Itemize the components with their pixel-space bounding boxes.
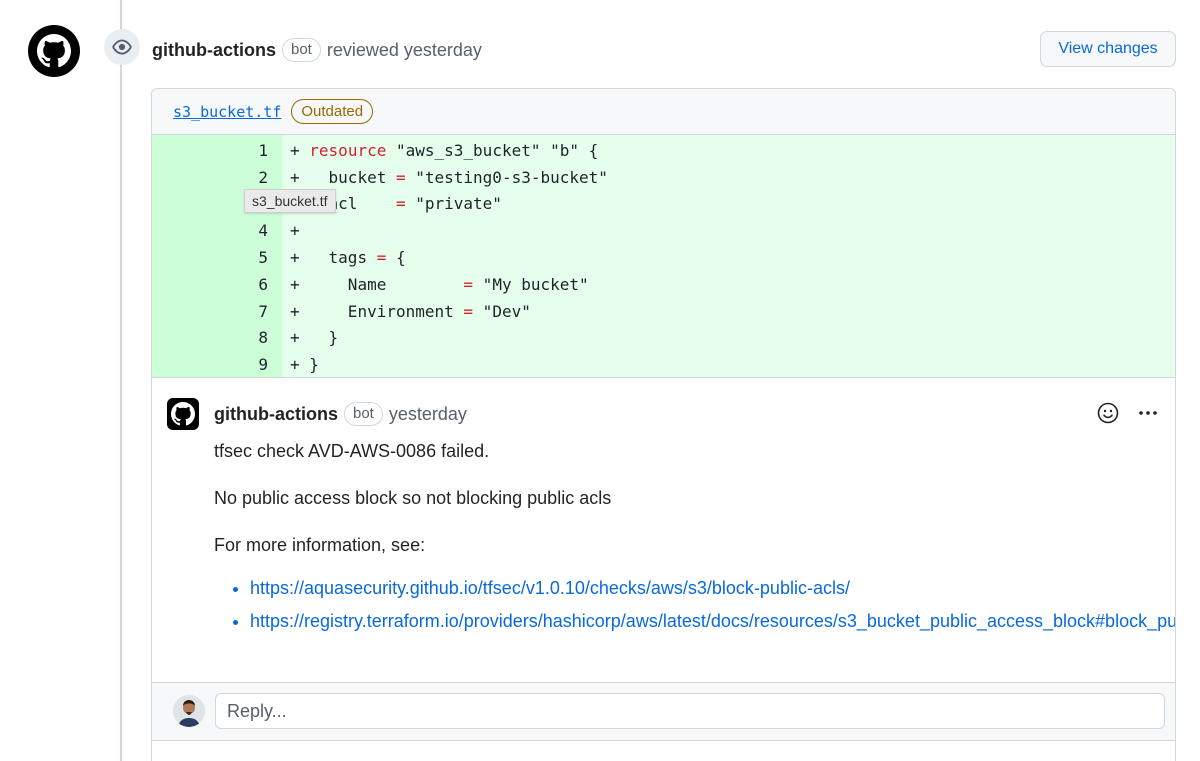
diff-code-block: 1 + resource "aws_s3_bucket" "b" {2 + buck…	[152, 135, 1175, 377]
diff-line: 4 +	[152, 217, 1175, 244]
github-mark-icon	[37, 34, 71, 68]
outdated-badge: Outdated	[291, 99, 374, 124]
code-content: + }	[268, 328, 338, 347]
diff-sign: +	[290, 248, 300, 268]
code-operator: =	[395, 194, 406, 214]
code-token: {	[386, 248, 406, 268]
code-token: "testing0-s3-bucket"	[405, 167, 608, 187]
code-token: }	[299, 355, 319, 375]
reply-area: Reply...	[152, 682, 1175, 740]
code-keyword: resource	[309, 140, 387, 160]
code-token: Environment	[299, 301, 464, 321]
comment-paragraph: For more information, see:	[214, 535, 426, 555]
code-token: bucket	[299, 167, 396, 187]
code-operator: =	[463, 274, 474, 294]
line-number[interactable]: 5	[152, 248, 268, 267]
review-action-text: reviewed yesterday	[326, 39, 482, 60]
github-actions-avatar[interactable]	[28, 25, 80, 77]
line-number[interactable]: 7	[152, 302, 268, 321]
line-number[interactable]: 1	[152, 141, 268, 160]
timeline-line	[120, 0, 122, 761]
code-token: "private"	[405, 194, 502, 214]
reply-input[interactable]: Reply...	[215, 693, 1165, 729]
line-number[interactable]: 8	[152, 328, 268, 347]
diff-line: 2 + bucket = "testing0-s3-bucket"	[152, 164, 1175, 191]
diff-line: 9 + }	[152, 351, 1175, 378]
code-token: tags	[299, 248, 377, 268]
eye-badge	[104, 29, 140, 65]
line-number[interactable]: 9	[152, 355, 268, 374]
file-header: s3_bucket.tf Outdated	[152, 89, 1175, 135]
code-content: + Name = "My bucket"	[268, 275, 589, 294]
file-name-link[interactable]: s3_bucket.tf	[173, 103, 281, 121]
code-content: + resource "aws_s3_bucket" "b" {	[268, 141, 598, 160]
reference-link[interactable]: https://aquasecurity.github.io/tfsec/v1.…	[250, 578, 850, 598]
diff-sign: +	[290, 140, 300, 160]
thread-footer	[152, 740, 1175, 761]
code-token: "My bucket"	[473, 274, 589, 294]
code-operator: =	[395, 167, 406, 187]
comment-actions	[1097, 402, 1159, 424]
diff-sign: +	[290, 355, 300, 375]
review-header: github-actions bot reviewed yesterday	[152, 36, 482, 64]
comment-paragraph: tfsec check AVD-AWS-0086 failed.	[214, 441, 490, 461]
bot-badge: bot	[344, 402, 383, 426]
list-item: https://registry.terraform.io/providers/…	[250, 608, 1175, 635]
code-operator: =	[463, 301, 474, 321]
diff-line: 7 + Environment = "Dev"	[152, 298, 1175, 325]
comment-author-link[interactable]: github-actions	[214, 404, 338, 425]
diff-line: 6 + Name = "My bucket"	[152, 271, 1175, 298]
diff-sign: +	[290, 221, 300, 241]
line-number[interactable]: 4	[152, 221, 268, 240]
file-tooltip: s3_bucket.tf	[244, 189, 336, 213]
diff-line: 5 + tags = {	[152, 244, 1175, 271]
code-operator: =	[376, 248, 387, 268]
diff-line: 1 + resource "aws_s3_bucket" "b" {	[152, 137, 1175, 164]
code-content: + bucket = "testing0-s3-bucket"	[268, 168, 608, 187]
code-content: + Environment = "Dev"	[268, 302, 531, 321]
bot-badge: bot	[282, 38, 321, 62]
review-author-link[interactable]: github-actions	[152, 40, 276, 61]
diff-sign: +	[290, 328, 300, 348]
current-user-avatar[interactable]	[173, 695, 205, 727]
smiley-icon[interactable]	[1097, 402, 1119, 424]
code-token: "aws_s3_bucket" "b" {	[395, 140, 599, 160]
github-mark-icon	[171, 402, 195, 426]
comment-author-avatar[interactable]	[167, 398, 199, 430]
code-content: + tags = {	[268, 248, 406, 267]
user-avatar-icon	[173, 695, 205, 727]
code-token: }	[299, 328, 339, 348]
comment-paragraph: No public access block so not blocking p…	[214, 488, 612, 508]
line-number[interactable]: 6	[152, 275, 268, 294]
line-number[interactable]: 2	[152, 168, 268, 187]
diff-sign: +	[290, 167, 300, 187]
eye-icon	[112, 39, 132, 55]
comment-timestamp[interactable]: yesterday	[389, 404, 467, 425]
code-token: "Dev"	[473, 301, 531, 321]
code-token: Name	[299, 274, 464, 294]
diff-sign: +	[290, 301, 300, 321]
reference-link[interactable]: https://registry.terraform.io/providers/…	[250, 611, 1175, 631]
kebab-horizontal-icon[interactable]	[1137, 402, 1159, 424]
list-item: https://aquasecurity.github.io/tfsec/v1.…	[250, 575, 1164, 602]
code-content: + }	[268, 355, 319, 374]
reference-links-list: https://aquasecurity.github.io/tfsec/v1.…	[214, 575, 1175, 635]
diff-line: 8 + }	[152, 325, 1175, 352]
code-content: +	[268, 221, 300, 240]
diff-sign: +	[290, 274, 300, 294]
review-thread: s3_bucket.tf Outdated 1 + resource "aws_s…	[151, 88, 1176, 761]
comment-body: tfsec check AVD-AWS-0086 failed. No publ…	[214, 438, 1175, 641]
review-comment: github-actions bot yesterday tfsec check…	[152, 377, 1175, 682]
comment-header: github-actions bot yesterday	[214, 402, 467, 426]
view-changes-button[interactable]: View changes	[1040, 31, 1176, 67]
